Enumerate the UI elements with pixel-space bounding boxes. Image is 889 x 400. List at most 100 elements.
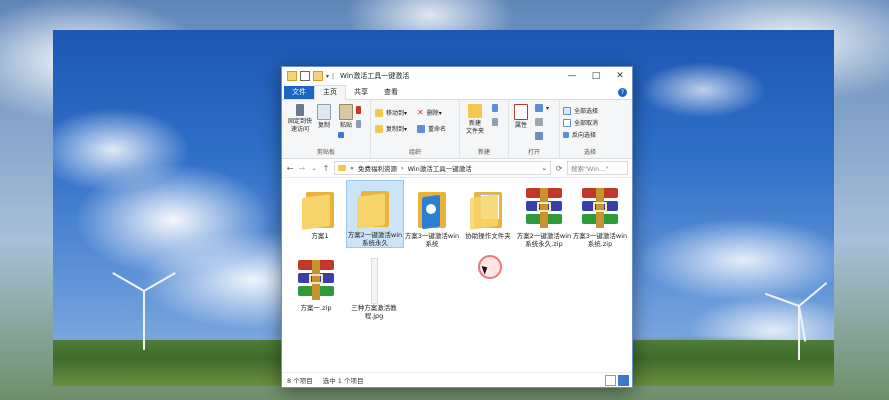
copy-icon — [317, 104, 331, 120]
minimize-button[interactable]: — — [560, 67, 584, 85]
winrar-archive-icon — [296, 258, 336, 302]
cut-button[interactable] — [356, 106, 364, 114]
rename-button[interactable]: 重命名 — [417, 124, 446, 133]
new-item-button[interactable] — [492, 104, 501, 112]
select-none-button[interactable]: 全部取消 — [563, 118, 598, 127]
search-input[interactable]: 搜索"Win..." — [567, 161, 628, 175]
refresh-button[interactable]: ⟳ — [555, 164, 563, 173]
paste-label: 粘贴 — [339, 122, 352, 129]
file-name: 三种方案激活教程.jpg — [351, 304, 397, 320]
copy-to-button[interactable]: 复制到▾ — [375, 124, 407, 133]
copy-path-button[interactable] — [356, 120, 364, 128]
paste-button[interactable]: 粘贴 — [338, 104, 354, 130]
new-group: 新建 文件夹 新建 — [460, 100, 509, 158]
address-bar[interactable]: « 免费福利资源 › Win激活工具一键激活 ⌄ — [334, 161, 551, 175]
app-logo-icon — [426, 204, 436, 214]
open-icon — [535, 104, 543, 112]
rename-label: 重命名 — [428, 126, 447, 133]
select-all-icon — [563, 106, 571, 115]
select-all-button[interactable]: 全部选择 — [563, 106, 598, 115]
quick-access-toolbar: ▾ | — [282, 71, 334, 81]
file-name: 方案3一键激活win系统.zip — [572, 232, 628, 248]
file-list: 方案1 方案2一键激活win系统永久 方案3一键激活win系统 协助操作文件夹 — [282, 178, 632, 376]
easy-access-button[interactable] — [492, 118, 501, 126]
selection-count: 选中 1 个项目 — [322, 377, 364, 385]
tab-file[interactable]: 文件 — [284, 86, 314, 99]
copy-button[interactable]: 复制 — [316, 104, 332, 130]
item-count: 8 个项目 — [287, 377, 313, 385]
title-bar: ▾ | Win激活工具一键激活 — □ ✕ — [282, 67, 632, 85]
forward-button[interactable]: → — [298, 164, 306, 173]
properties-quick-icon[interactable] — [300, 71, 310, 81]
select-none-icon — [563, 118, 571, 127]
help-icon[interactable]: ? — [618, 88, 627, 97]
delete-button[interactable]: ✕ 删除▾ — [417, 108, 442, 117]
large-icons-view-icon[interactable] — [618, 375, 629, 386]
back-button[interactable]: ← — [286, 164, 294, 173]
edit-button[interactable] — [535, 118, 546, 126]
history-button[interactable] — [535, 132, 546, 140]
file-item-selected[interactable]: 方案2一键激活win系统永久 — [346, 180, 404, 248]
properties-button[interactable]: 属性 — [511, 104, 531, 130]
winrar-archive-icon — [524, 186, 564, 230]
breadcrumb-separator: › — [400, 164, 404, 172]
file-item[interactable]: 方案1 — [292, 182, 348, 240]
invert-selection-label: 反向选择 — [572, 132, 597, 139]
cut-icon — [356, 106, 361, 114]
new-group-label: 新建 — [477, 149, 490, 156]
pin-quick-access-button[interactable]: 固定到快 速访问 — [285, 104, 315, 134]
breadcrumb-item[interactable]: 免费福利资源 — [358, 163, 397, 173]
turbine-blade — [143, 291, 145, 327]
file-item[interactable]: 协助操作文件夹 — [460, 182, 516, 240]
tab-share[interactable]: 共享 — [346, 86, 376, 99]
copy-label: 复制 — [317, 122, 330, 129]
organize-group-label: 组织 — [408, 149, 421, 156]
separator: | — [332, 72, 335, 80]
folder-icon — [468, 186, 508, 230]
tab-view[interactable]: 查看 — [376, 86, 406, 99]
file-item[interactable]: 方案3一键激活win系统 — [404, 182, 460, 248]
ribbon-tabs: 文件 主页 共享 查看 ? — [282, 85, 632, 100]
delete-icon: ✕ — [417, 108, 424, 117]
open-group-label: 打开 — [527, 149, 540, 156]
ribbon: 固定到快 速访问 复制 粘贴 剪贴板 移动到▾ 复制到▾ ✕ 删除▾ 重命名 组… — [282, 100, 632, 159]
winrar-archive-icon — [580, 186, 620, 230]
file-name: 方案3一键激活win系统 — [404, 232, 460, 248]
copy-to-label: 复制到▾ — [386, 126, 408, 133]
new-folder-label: 新建 文件夹 — [465, 120, 484, 135]
maximize-button[interactable]: □ — [584, 67, 608, 85]
breadcrumb-current[interactable]: Win激活工具一键激活 — [408, 163, 472, 173]
properties-icon — [514, 104, 528, 120]
image-file-icon — [354, 258, 394, 304]
chevron-down-icon[interactable]: ⌄ — [310, 165, 318, 172]
move-to-button[interactable]: 移动到▾ — [375, 108, 407, 117]
invert-selection-button[interactable]: 反向选择 — [563, 130, 596, 139]
paste-shortcut-button[interactable] — [338, 132, 347, 138]
file-item[interactable]: 方案一.zip — [288, 254, 344, 312]
up-button[interactable]: ↑ — [322, 164, 330, 173]
folder-icon — [287, 71, 297, 81]
customize-toolbar-icon[interactable]: ▾ — [326, 73, 329, 80]
file-explorer-window: ▾ | Win激活工具一键激活 — □ ✕ 文件 主页 共享 查看 ? 固定到快… — [281, 66, 633, 388]
open-button[interactable]: ▾ — [535, 104, 549, 112]
paste-icon — [339, 104, 353, 120]
new-folder-button[interactable]: 新建 文件夹 — [462, 104, 488, 136]
path-overflow[interactable]: « — [350, 164, 354, 172]
tab-home[interactable]: 主页 — [314, 85, 346, 100]
close-button[interactable]: ✕ — [608, 67, 632, 85]
window-title: Win激活工具一键激活 — [340, 72, 410, 80]
turbine-blade — [798, 282, 828, 307]
file-item[interactable]: 三种方案激活教程.jpg — [346, 254, 402, 320]
new-item-icon — [492, 104, 498, 112]
select-group: 全部选择 全部取消 反向选择 选择 — [560, 100, 620, 158]
address-dropdown-icon[interactable]: ⌄ — [542, 164, 547, 172]
select-none-label: 全部取消 — [574, 120, 599, 127]
select-group-label: 选择 — [583, 149, 596, 156]
select-all-label: 全部选择 — [574, 108, 599, 115]
file-item[interactable]: 方案2一键激活win系统永久.zip — [516, 182, 572, 248]
invert-selection-icon — [563, 131, 569, 138]
turbine-blade — [143, 272, 176, 292]
new-folder-quick-icon[interactable] — [313, 71, 323, 81]
file-item[interactable]: 方案3一键激活win系统.zip — [572, 182, 628, 248]
details-view-icon[interactable] — [605, 375, 616, 386]
